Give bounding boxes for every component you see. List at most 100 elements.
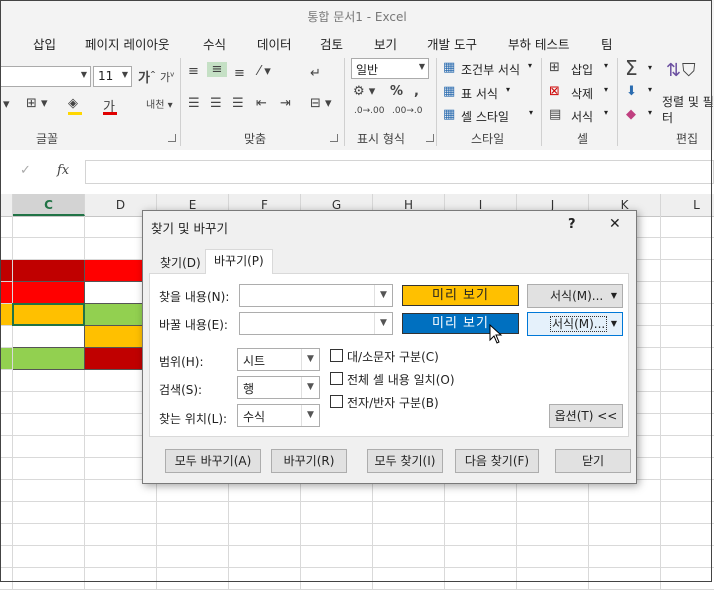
sort-filter-button[interactable]: 정렬 및 필터 [662, 94, 714, 126]
tab-team[interactable]: 팀 [601, 34, 613, 53]
grid-cell[interactable] [0, 326, 13, 348]
grid-cell[interactable] [661, 392, 714, 414]
grid-cell[interactable] [0, 480, 13, 502]
options-button[interactable]: 옵션(T) << [549, 404, 623, 428]
column-header-l[interactable]: L [661, 194, 714, 216]
grid-cell[interactable] [589, 524, 661, 546]
grid-cell[interactable] [13, 502, 85, 524]
close-icon[interactable]: ✕ [609, 216, 621, 232]
replace-with-input[interactable]: ▼ [239, 312, 393, 335]
find-what-input[interactable]: ▼ [239, 284, 393, 307]
autosum-icon[interactable]: Σ [625, 56, 638, 80]
grid-cell[interactable] [13, 524, 85, 546]
column-header-c[interactable]: C [13, 194, 85, 216]
grid-cell[interactable] [0, 568, 13, 590]
tab-developer[interactable]: 개발 도구 [427, 34, 477, 53]
tab-data[interactable]: 데이터 [257, 34, 292, 53]
grid-cell[interactable] [301, 502, 373, 524]
look-in-select[interactable]: 수식 ▼ [237, 404, 320, 427]
chevron-down-icon[interactable]: ▼ [301, 377, 319, 398]
chevron-down-icon[interactable]: ▼ [301, 405, 319, 426]
chevron-down-icon[interactable]: ▼ [374, 313, 392, 334]
grid-cell[interactable] [0, 414, 13, 436]
match-byte-checkbox[interactable] [330, 395, 343, 408]
grid-cell[interactable] [229, 546, 301, 568]
close-button[interactable]: 닫기 [555, 449, 631, 473]
tab-load-test[interactable]: 부하 테스트 [508, 34, 569, 53]
grid-cell[interactable] [0, 370, 13, 392]
align-center-icon[interactable]: ☰ [210, 96, 222, 111]
increase-font-icon[interactable]: 가^ [138, 67, 156, 86]
match-case-checkbox[interactable] [330, 349, 343, 362]
enter-check-icon[interactable]: ✓ [20, 163, 31, 178]
grid-cell[interactable] [589, 568, 661, 590]
grid-cell[interactable] [301, 546, 373, 568]
chevron-down-icon[interactable]: ▼ [374, 285, 392, 306]
phonetic-icon[interactable]: 내천 ▾ [146, 96, 173, 111]
grid-cell[interactable] [13, 414, 85, 436]
find-all-button[interactable]: 모두 찾기(I) [367, 449, 443, 473]
comma-icon[interactable]: , [414, 84, 419, 99]
grid-cell[interactable] [0, 392, 13, 414]
within-select[interactable]: 시트 ▼ [237, 348, 320, 371]
align-right-icon[interactable]: ☰ [232, 96, 244, 111]
grid-cell[interactable] [85, 502, 157, 524]
grid-cell[interactable] [661, 348, 714, 370]
grid-cell[interactable] [661, 282, 714, 304]
grid-cell[interactable] [661, 568, 714, 590]
grid-cell[interactable] [229, 568, 301, 590]
font-launcher-icon[interactable] [168, 134, 176, 142]
clear-icon[interactable]: ◆ [626, 107, 636, 122]
grid-cell[interactable] [517, 568, 589, 590]
grid-cell[interactable] [661, 480, 714, 502]
grid-cell[interactable] [0, 458, 13, 480]
find-format-button[interactable]: 서식(M)... ▼ [527, 284, 623, 308]
grid-cell[interactable] [0, 216, 13, 238]
format-as-table-button[interactable]: 표 서식 [461, 85, 498, 102]
fill-icon[interactable]: ⬇ [626, 84, 637, 99]
percent-icon[interactable]: % [390, 84, 403, 99]
tab-review[interactable]: 검토 [320, 34, 343, 53]
conditional-format-button[interactable]: 조건부 서식 [461, 61, 520, 78]
search-select[interactable]: 행 ▼ [237, 376, 320, 399]
grid-cell[interactable] [0, 502, 13, 524]
grid-cell[interactable] [301, 524, 373, 546]
grid-cell[interactable] [445, 524, 517, 546]
grid-cell[interactable] [373, 568, 445, 590]
chevron-down-icon[interactable]: ▾ [3, 97, 10, 112]
grid-cell[interactable] [589, 546, 661, 568]
decrease-font-icon[interactable]: 가v [160, 69, 174, 85]
replace-all-button[interactable]: 모두 바꾸기(A) [165, 449, 261, 473]
grid-cell[interactable] [661, 524, 714, 546]
grid-cell[interactable] [661, 414, 714, 436]
font-size-combo[interactable]: 11 ▼ [93, 66, 132, 87]
formula-input[interactable] [85, 160, 714, 184]
match-entire-checkbox[interactable] [330, 372, 343, 385]
align-top-icon[interactable]: ≡ [188, 64, 199, 79]
grid-cell[interactable] [661, 546, 714, 568]
grid-cell[interactable] [661, 370, 714, 392]
tab-find[interactable]: 찾기(D) [151, 251, 210, 274]
grid-cell[interactable] [85, 546, 157, 568]
grid-cell[interactable] [229, 524, 301, 546]
grid-cell[interactable] [13, 282, 85, 304]
grid-cell[interactable] [0, 436, 13, 458]
grid-cell[interactable] [13, 546, 85, 568]
grid-cell[interactable] [157, 524, 229, 546]
grid-cell[interactable] [157, 568, 229, 590]
grid-cell[interactable] [661, 238, 714, 260]
grid-cell[interactable] [13, 436, 85, 458]
grid-cell[interactable] [661, 260, 714, 282]
tab-view[interactable]: 보기 [374, 34, 397, 53]
align-middle-icon[interactable]: ≡ [207, 62, 227, 77]
number-launcher-icon[interactable] [426, 134, 434, 142]
grid-cell[interactable] [85, 568, 157, 590]
tab-formulas[interactable]: 수식 [203, 34, 226, 53]
grid-cell[interactable] [445, 568, 517, 590]
grid-cell[interactable] [517, 546, 589, 568]
insert-function-icon[interactable]: fx [57, 163, 69, 178]
tab-page-layout[interactable]: 페이지 레이아웃 [85, 34, 169, 53]
grid-cell[interactable] [13, 326, 85, 348]
grid-cell[interactable] [13, 392, 85, 414]
grid-cell[interactable] [589, 502, 661, 524]
